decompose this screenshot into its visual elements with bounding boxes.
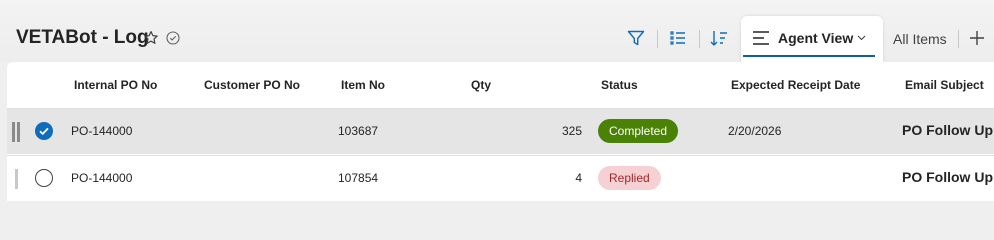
cell-email-subject: PO Follow Up (902, 169, 993, 185)
column-header-expected-receipt-date[interactable]: Expected Receipt Date (731, 78, 860, 92)
cell-internal-po: PO-144000 (71, 171, 133, 185)
plus-icon[interactable] (968, 29, 986, 47)
status-badge: Replied (598, 166, 661, 190)
column-header-customer-po[interactable]: Customer PO No (204, 78, 300, 92)
table-row[interactable]: PO-144000 103687 325 Completed 2/20/2026… (7, 108, 994, 154)
column-header-item-no[interactable]: Item No (341, 78, 385, 92)
tab-all-items[interactable]: All Items (893, 31, 947, 47)
tab-agent-view[interactable]: Agent View (741, 16, 883, 62)
command-bar: VETABot - Log Agent View All Items (0, 0, 994, 62)
star-icon[interactable] (143, 30, 159, 46)
data-grid: Internal PO No Customer PO No Item No Qt… (7, 62, 994, 201)
cell-qty: 325 (561, 124, 582, 138)
column-header-internal-po[interactable]: Internal PO No (74, 78, 157, 92)
toolbar-divider (699, 30, 700, 48)
cell-expected-receipt-date: 2/20/2026 (728, 124, 782, 138)
row-select-radio[interactable] (35, 169, 53, 187)
column-header-qty[interactable]: Qty (471, 78, 491, 92)
sort-icon[interactable] (709, 28, 729, 48)
check-circle-icon[interactable] (166, 31, 180, 45)
cell-item-no: 103687 (338, 124, 379, 138)
drag-handle[interactable] (15, 169, 18, 189)
toolbar-divider (958, 30, 959, 48)
status-badge: Completed (598, 119, 679, 143)
drag-handle[interactable] (12, 122, 15, 142)
cell-item-no: 107854 (338, 171, 379, 185)
filter-icon[interactable] (626, 28, 646, 48)
cell-email-subject: PO Follow Up (902, 122, 993, 138)
toolbar-divider (657, 30, 658, 48)
drag-handle[interactable] (17, 122, 20, 142)
checklist-icon[interactable] (668, 28, 688, 48)
table-row[interactable]: PO-144000 107854 4 Replied PO Follow Up (7, 155, 994, 201)
chevron-down-icon[interactable] (857, 33, 866, 42)
column-header-status[interactable]: Status (601, 78, 638, 92)
active-tab-indicator (743, 55, 875, 57)
cell-internal-po: PO-144000 (71, 124, 133, 138)
page-title: VETABot - Log (16, 27, 149, 48)
tab-label: Agent View (778, 30, 854, 46)
cell-qty: 4 (575, 171, 582, 185)
column-header-email-subject[interactable]: Email Subject (905, 78, 984, 92)
row-select-checked-icon[interactable] (35, 122, 53, 140)
lines-icon (753, 31, 769, 45)
